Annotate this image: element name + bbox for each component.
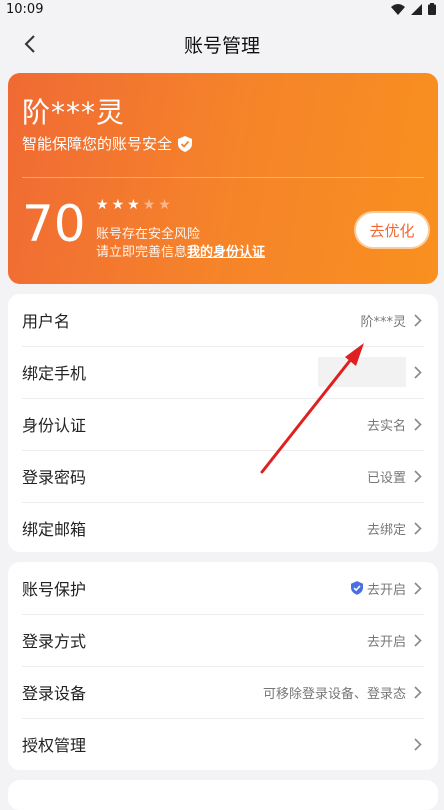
row-label: 账号保护 — [22, 580, 87, 599]
row-account-protection[interactable]: 账号保护 去开启 — [8, 562, 438, 614]
chevron-right-icon — [414, 685, 424, 699]
star-empty-icon: ★ — [142, 197, 156, 213]
risk-warning: 账号存在安全风险 — [96, 227, 201, 242]
status-bar: 10:09 — [0, 0, 444, 18]
row-value: 阶***灵 — [360, 314, 406, 330]
row-login-devices[interactable]: 登录设备 可移除登录设备、登录态 — [8, 666, 438, 718]
chevron-right-icon — [414, 417, 424, 431]
row-bind-email[interactable]: 绑定邮箱 去绑定 — [8, 502, 438, 554]
security-score-card: 阶***灵 智能保障您的账号安全 70 ★ ★ ★ ★ ★ 账号存在安全风险 请立即完善… — [8, 73, 438, 284]
chevron-right-icon — [414, 581, 424, 595]
row-username[interactable]: 用户名 阶***灵 — [8, 294, 438, 346]
identity-verification-link[interactable]: 我的身份认证 — [187, 245, 265, 260]
row-identity-verification[interactable]: 身份认证 去实名 — [8, 398, 438, 450]
chevron-right-icon — [414, 633, 424, 647]
row-value: 可移除登录设备、登录态 — [262, 686, 406, 702]
signal-icon — [411, 3, 422, 15]
next-group-card — [8, 780, 438, 810]
battery-icon — [428, 3, 436, 15]
star-filled-icon: ★ — [111, 197, 125, 213]
account-name: 阶***灵 — [22, 96, 126, 129]
chevron-right-icon — [414, 737, 424, 751]
row-value: 去绑定 — [366, 522, 406, 538]
shield-check-icon — [350, 581, 363, 595]
security-subtitle-text: 智能保障您的账号安全 — [22, 135, 173, 153]
security-score: 70 — [22, 195, 86, 253]
row-value: 去开启 — [350, 579, 406, 598]
chevron-right-icon — [414, 469, 424, 483]
row-login-method[interactable]: 登录方式 去开启 — [8, 614, 438, 666]
row-label: 授权管理 — [22, 736, 87, 755]
row-bind-phone[interactable]: 绑定手机 — [8, 346, 438, 398]
star-filled-icon: ★ — [127, 197, 140, 213]
status-icons — [391, 3, 436, 15]
chevron-right-icon — [414, 521, 424, 535]
security-subtitle: 智能保障您的账号安全 — [22, 133, 193, 154]
security-settings-group: 账号保护 去开启 登录方式 去开启 登录设备 可移除登录设备、登录态 授权管理 — [8, 562, 438, 770]
hero-divider — [22, 177, 424, 178]
risk-hint-prefix: 请立即完善信息 — [96, 245, 188, 260]
row-authorization-management[interactable]: 授权管理 — [8, 718, 438, 770]
row-login-password[interactable]: 登录密码 已设置 — [8, 450, 438, 502]
row-label: 绑定邮箱 — [22, 520, 87, 539]
row-label: 登录密码 — [22, 468, 87, 487]
row-label: 身份认证 — [22, 416, 87, 435]
chevron-right-icon — [414, 365, 424, 379]
back-button[interactable] — [16, 30, 44, 58]
row-label: 用户名 — [22, 312, 71, 331]
row-label: 登录设备 — [22, 684, 87, 703]
star-empty-icon: ★ — [158, 197, 171, 213]
account-info-group: 用户名 阶***灵 绑定手机 身份认证 去实名 登录密码 已设置 绑定邮箱 去绑… — [8, 294, 438, 552]
row-label: 登录方式 — [22, 632, 87, 651]
status-time: 10:09 — [6, 1, 44, 17]
optimize-button[interactable]: 去优化 — [356, 213, 428, 247]
security-rating-stars: ★ ★ ★ ★ ★ — [96, 198, 171, 212]
row-value: 去实名 — [366, 418, 406, 434]
shield-check-icon — [178, 135, 193, 152]
chevron-left-icon — [24, 35, 35, 53]
row-value: 已设置 — [366, 470, 406, 486]
nav-bar: 账号管理 — [0, 18, 444, 70]
row-value-text: 去开启 — [366, 582, 406, 598]
page-title: 账号管理 — [183, 34, 260, 57]
risk-hint: 请立即完善信息我的身份认证 — [96, 241, 265, 260]
row-value: 去开启 — [366, 634, 406, 650]
row-label: 绑定手机 — [22, 364, 87, 383]
star-filled-icon: ★ — [96, 197, 109, 213]
chevron-right-icon — [414, 313, 424, 327]
wifi-icon — [391, 3, 405, 15]
phone-value-masked — [318, 357, 406, 387]
